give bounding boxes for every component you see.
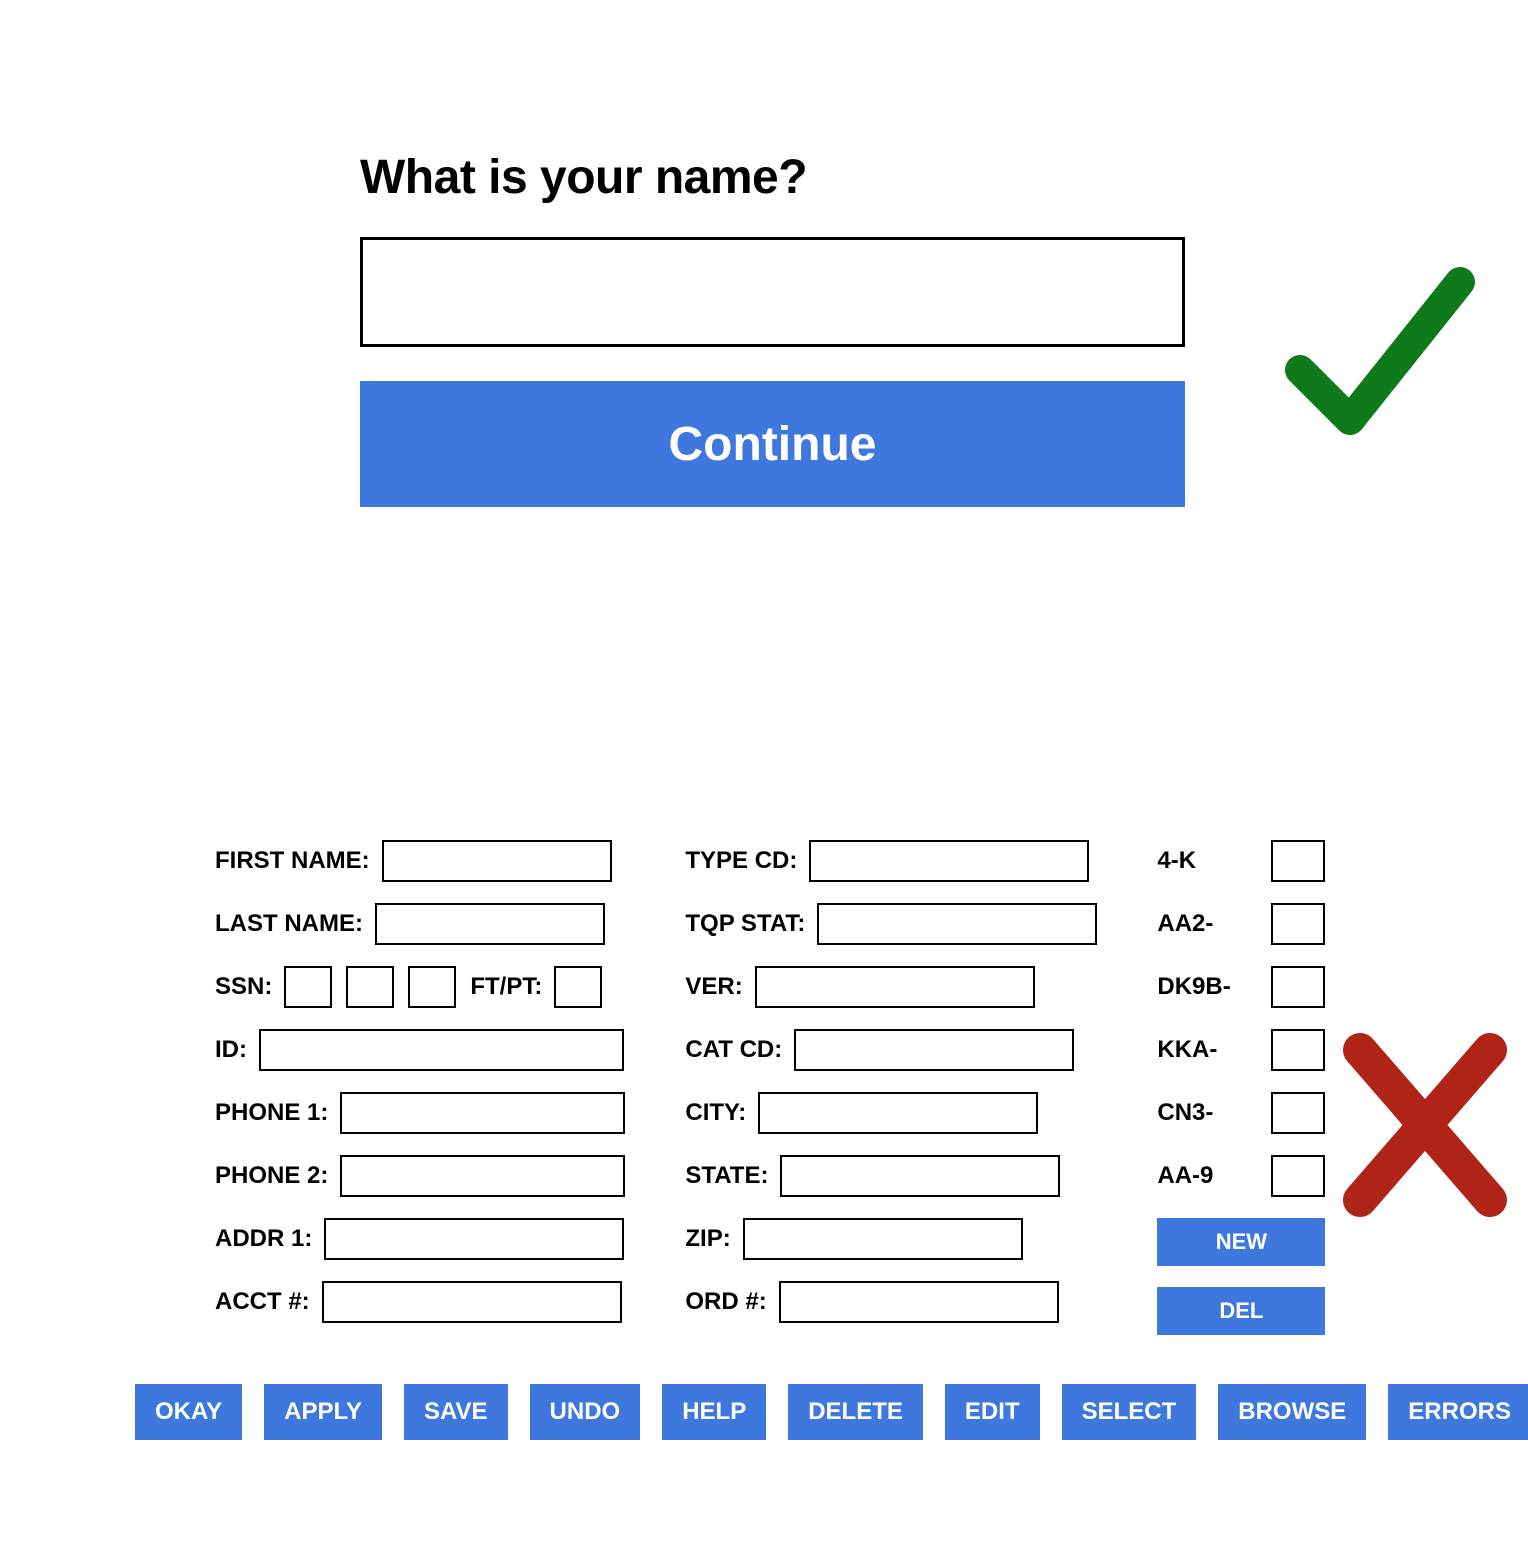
type-cd-label: TYPE CD: <box>685 847 797 875</box>
id-label: ID: <box>215 1036 247 1064</box>
ftpt-label: FT/PT: <box>470 973 542 1001</box>
bottom-button-row: OKAY APPLY SAVE UNDO HELP DELETE EDIT SE… <box>135 1384 1528 1440</box>
code-input-4[interactable] <box>1271 1092 1325 1134</box>
addr1-input[interactable] <box>324 1218 624 1260</box>
code-label: KKA- <box>1157 1036 1217 1064</box>
last-name-label: LAST NAME: <box>215 910 363 938</box>
ord-input[interactable] <box>779 1281 1059 1323</box>
name-input[interactable] <box>360 237 1185 347</box>
phone2-label: PHONE 2: <box>215 1162 328 1190</box>
ssn-seg-3[interactable] <box>408 966 456 1008</box>
first-name-input[interactable] <box>382 840 612 882</box>
checkmark-icon <box>1280 260 1480 450</box>
zip-label: ZIP: <box>685 1225 730 1253</box>
ord-label: ORD #: <box>685 1288 766 1316</box>
state-label: STATE: <box>685 1162 768 1190</box>
continue-button[interactable]: Continue <box>360 381 1185 507</box>
bad-form-col2: TYPE CD: TQP STAT: VER: CAT CD: CITY: ST… <box>685 840 1097 1323</box>
city-label: CITY: <box>685 1099 746 1127</box>
ssn-seg-2[interactable] <box>346 966 394 1008</box>
ver-input[interactable] <box>755 966 1035 1008</box>
bad-form-col1: FIRST NAME: LAST NAME: SSN: FT/PT: ID: P… <box>215 840 625 1323</box>
code-input-1[interactable] <box>1271 903 1325 945</box>
edit-button[interactable]: EDIT <box>945 1384 1040 1440</box>
last-name-input[interactable] <box>375 903 605 945</box>
bad-form-col3: 4-K AA2- DK9B- KKA- CN3- AA-9 NEW DEL <box>1157 840 1325 1335</box>
good-example-form: What is your name? Continue <box>360 150 1185 507</box>
id-input[interactable] <box>259 1029 624 1071</box>
state-input[interactable] <box>780 1155 1060 1197</box>
city-input[interactable] <box>758 1092 1038 1134</box>
ftpt-input[interactable] <box>554 966 602 1008</box>
save-button[interactable]: SAVE <box>404 1384 508 1440</box>
tqp-stat-input[interactable] <box>817 903 1097 945</box>
code-input-5[interactable] <box>1271 1155 1325 1197</box>
x-mark-icon <box>1340 1030 1510 1220</box>
help-button[interactable]: HELP <box>662 1384 766 1440</box>
ssn-seg-1[interactable] <box>284 966 332 1008</box>
code-input-2[interactable] <box>1271 966 1325 1008</box>
acct-input[interactable] <box>322 1281 622 1323</box>
browse-button[interactable]: BROWSE <box>1218 1384 1366 1440</box>
code-label: AA-9 <box>1157 1162 1213 1190</box>
code-label: DK9B- <box>1157 973 1230 1001</box>
addr1-label: ADDR 1: <box>215 1225 312 1253</box>
zip-input[interactable] <box>743 1218 1023 1260</box>
code-input-0[interactable] <box>1271 840 1325 882</box>
apply-button[interactable]: APPLY <box>264 1384 382 1440</box>
code-label: 4-K <box>1157 847 1196 875</box>
phone2-input[interactable] <box>340 1155 625 1197</box>
cat-cd-label: CAT CD: <box>685 1036 782 1064</box>
errors-button[interactable]: ERRORS <box>1388 1384 1528 1440</box>
code-input-3[interactable] <box>1271 1029 1325 1071</box>
good-form-title: What is your name? <box>360 150 1185 205</box>
cat-cd-input[interactable] <box>794 1029 1074 1071</box>
type-cd-input[interactable] <box>809 840 1089 882</box>
bad-example-form: FIRST NAME: LAST NAME: SSN: FT/PT: ID: P… <box>215 840 1325 1335</box>
new-button[interactable]: NEW <box>1157 1218 1325 1266</box>
undo-button[interactable]: UNDO <box>530 1384 641 1440</box>
acct-label: ACCT #: <box>215 1288 310 1316</box>
tqp-stat-label: TQP STAT: <box>685 910 805 938</box>
ver-label: VER: <box>685 973 742 1001</box>
select-button[interactable]: SELECT <box>1062 1384 1197 1440</box>
del-button[interactable]: DEL <box>1157 1287 1325 1335</box>
phone1-input[interactable] <box>340 1092 625 1134</box>
code-label: CN3- <box>1157 1099 1213 1127</box>
okay-button[interactable]: OKAY <box>135 1384 242 1440</box>
first-name-label: FIRST NAME: <box>215 847 370 875</box>
ssn-label: SSN: <box>215 973 272 1001</box>
phone1-label: PHONE 1: <box>215 1099 328 1127</box>
delete-button[interactable]: DELETE <box>788 1384 923 1440</box>
code-label: AA2- <box>1157 910 1213 938</box>
